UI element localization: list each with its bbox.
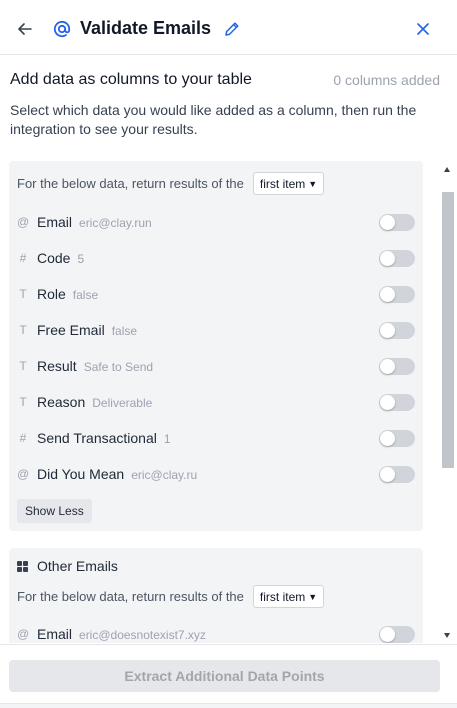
data-points-list[interactable]: For the below data, return results of th… xyxy=(0,161,457,643)
field-name: Reason xyxy=(37,394,86,410)
field-row-free-email: T Free Email false xyxy=(9,319,423,341)
extract-data-points-button[interactable]: Extract Additional Data Points xyxy=(9,660,440,692)
field-value: Deliverable xyxy=(92,396,153,410)
return-results-label: For the below data, return results of th… xyxy=(17,589,244,604)
field-name: Send Transactional xyxy=(37,430,157,446)
toggle-knob xyxy=(380,359,395,374)
scrollbar-thumb[interactable] xyxy=(442,192,454,468)
field-label: Email eric@doesnotexist7.xyz xyxy=(37,626,206,642)
field-label: Role false xyxy=(37,286,98,302)
close-icon xyxy=(417,23,429,35)
back-button[interactable] xyxy=(14,18,36,40)
hash-icon: # xyxy=(19,431,27,445)
toggle-knob xyxy=(380,287,395,302)
toggle-knob xyxy=(380,251,395,266)
field-value: Safe to Send xyxy=(83,360,154,374)
toggle-result[interactable] xyxy=(379,358,415,375)
chevron-down-icon: ▼ xyxy=(308,591,318,602)
field-label: Reason Deliverable xyxy=(37,394,152,410)
toggle-knob xyxy=(380,323,395,338)
field-name: Free Email xyxy=(37,322,105,338)
field-row-reason: T Reason Deliverable xyxy=(9,391,423,413)
scroll-up-arrow-icon[interactable] xyxy=(444,167,450,172)
field-row-send-transactional: # Send Transactional 1 xyxy=(9,427,423,449)
field-value: 5 xyxy=(77,252,85,266)
toggle-knob xyxy=(380,627,395,642)
arrow-left-icon xyxy=(18,23,32,35)
toggle-code[interactable] xyxy=(379,250,415,267)
section-heading: Add data as columns to your table xyxy=(10,71,252,88)
footer: Extract Additional Data Points xyxy=(0,644,457,708)
grid-icon xyxy=(17,560,28,572)
field-row-result: T Result Safe to Send xyxy=(9,355,423,377)
field-name: Result xyxy=(37,358,77,374)
toggle-role[interactable] xyxy=(379,286,415,303)
scrollbar[interactable] xyxy=(441,161,455,643)
field-row-code: # Code 5 xyxy=(9,247,423,269)
field-value: eric@clay.run xyxy=(79,216,152,230)
return-item-select[interactable]: first item ▼ xyxy=(252,172,325,195)
toggle-knob xyxy=(380,467,395,482)
field-value: false xyxy=(72,288,99,302)
field-name: Role xyxy=(37,286,66,302)
at-sign-icon: @ xyxy=(17,467,30,481)
text-icon: T xyxy=(19,287,27,301)
panel-header: Validate Emails xyxy=(0,0,457,55)
show-less-button[interactable]: Show Less xyxy=(17,499,92,523)
toggle-knob xyxy=(380,395,395,410)
toggle-reason[interactable] xyxy=(379,394,415,411)
field-name: Email xyxy=(37,626,73,642)
return-results-row: For the below data, return results of th… xyxy=(17,172,325,195)
chevron-down-icon: ▼ xyxy=(308,178,318,189)
return-results-label: For the below data, return results of th… xyxy=(17,176,244,191)
at-sign-icon: @ xyxy=(17,627,30,641)
columns-added-count: 0 columns added xyxy=(333,72,440,88)
field-label: Result Safe to Send xyxy=(37,358,153,374)
field-label: Send Transactional 1 xyxy=(37,430,171,446)
field-value: eric@clay.ru xyxy=(131,468,198,482)
toggle-other-email[interactable] xyxy=(379,626,415,643)
scroll-down-arrow-icon[interactable] xyxy=(444,633,450,638)
toggle-knob xyxy=(380,215,395,230)
field-row-email: @ Email eric@clay.run xyxy=(9,211,423,233)
field-value: false xyxy=(111,324,138,338)
field-label: Did You Mean eric@clay.ru xyxy=(37,466,197,482)
return-item-select[interactable]: first item ▼ xyxy=(252,585,325,608)
other-emails-panel: Other Emails For the below data, return … xyxy=(9,548,423,643)
text-icon: T xyxy=(19,323,27,337)
field-row-did-you-mean: @ Did You Mean eric@clay.ru xyxy=(9,463,423,485)
at-sign-icon: @ xyxy=(17,215,30,229)
field-row-other-email: @ Email eric@doesnotexist7.xyz xyxy=(9,623,423,643)
field-label: Email eric@clay.run xyxy=(37,214,152,230)
return-results-row: For the below data, return results of th… xyxy=(17,585,325,608)
group-title-text: Other Emails xyxy=(37,558,118,574)
toggle-free-email[interactable] xyxy=(379,322,415,339)
hash-icon: # xyxy=(19,251,27,265)
result-group-panel: For the below data, return results of th… xyxy=(9,161,423,531)
close-button[interactable] xyxy=(413,19,433,39)
return-item-select-value: first item xyxy=(259,176,306,191)
text-icon: T xyxy=(19,395,27,409)
edit-title-button[interactable] xyxy=(223,20,241,38)
section-description: Select which data you would like added a… xyxy=(10,102,417,137)
text-icon: T xyxy=(19,359,27,373)
field-value: 1 xyxy=(163,432,171,446)
other-emails-title: Other Emails xyxy=(17,558,118,574)
field-label: Free Email false xyxy=(37,322,137,338)
at-sign-icon xyxy=(53,20,71,38)
pencil-icon xyxy=(225,22,239,36)
toggle-knob xyxy=(380,431,395,446)
toggle-email[interactable] xyxy=(379,214,415,231)
return-item-select-value: first item xyxy=(259,589,306,604)
field-row-role: T Role false xyxy=(9,283,423,305)
field-label: Code 5 xyxy=(37,250,84,266)
page-title: Validate Emails xyxy=(80,18,212,38)
bottom-divider xyxy=(0,703,457,708)
field-name: Code xyxy=(37,250,71,266)
field-value: eric@doesnotexist7.xyz xyxy=(79,628,206,642)
field-name: Email xyxy=(37,214,73,230)
toggle-did-you-mean[interactable] xyxy=(379,466,415,483)
toggle-send-transactional[interactable] xyxy=(379,430,415,447)
field-name: Did You Mean xyxy=(37,466,125,482)
